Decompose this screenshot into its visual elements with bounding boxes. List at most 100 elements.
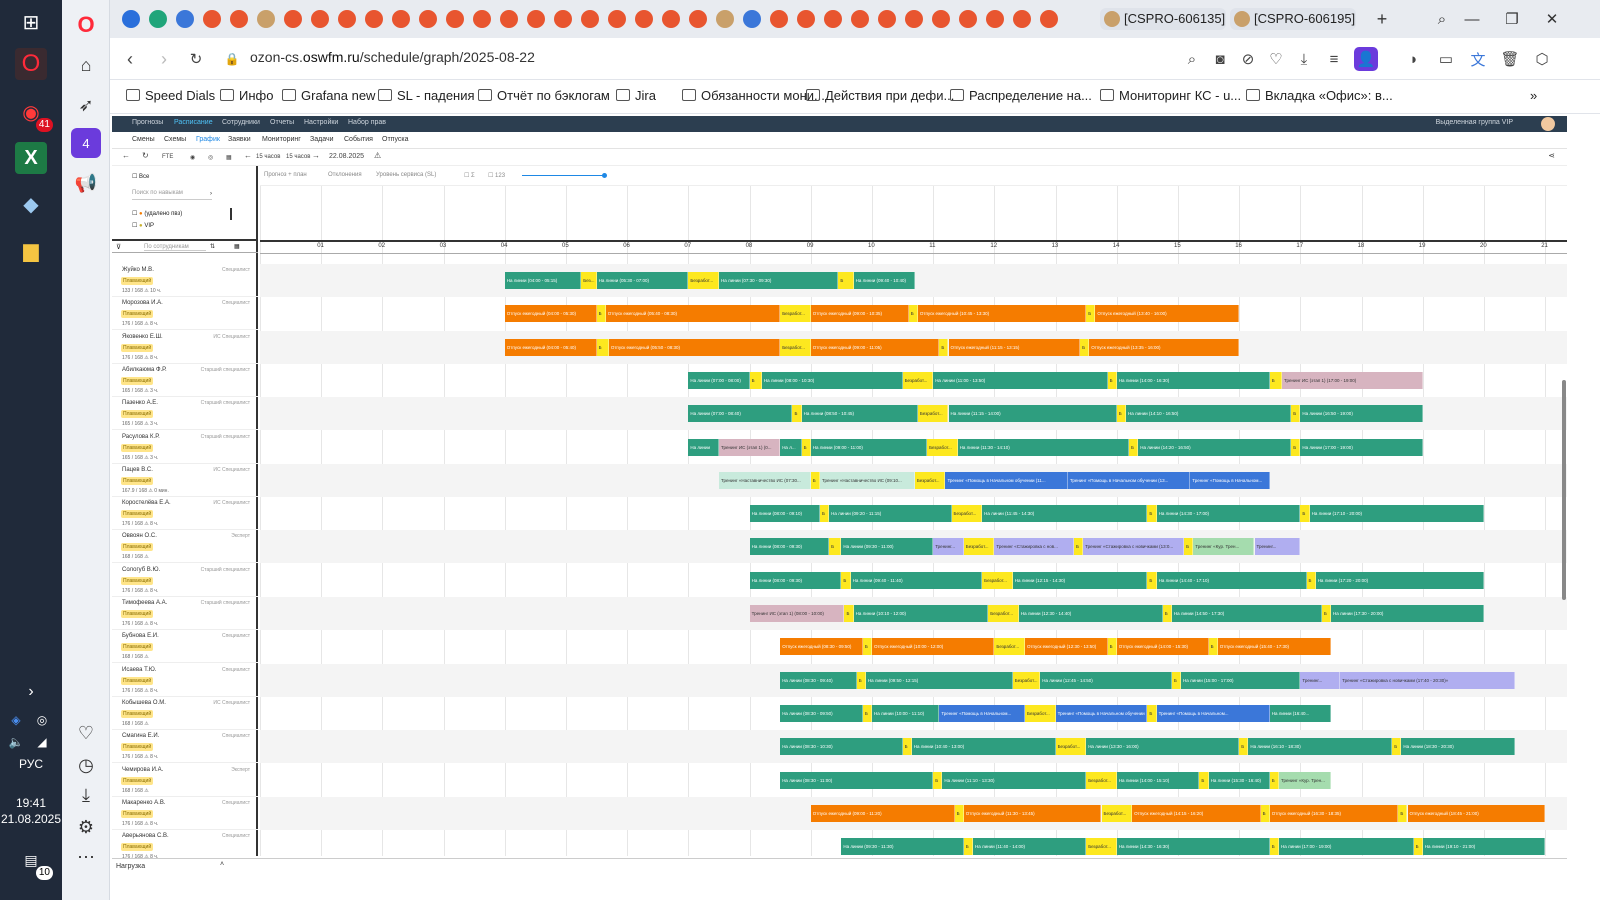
shift-segment[interactable]: На линии (17:00 - 19:00) (1278, 838, 1414, 856)
subnav-item[interactable]: Задачи (310, 136, 334, 143)
shift-segment[interactable]: Б (939, 338, 949, 356)
shift-segment[interactable]: На линии (12:30 - 14:40) (1018, 605, 1163, 622)
shift-segment[interactable]: Б (1413, 838, 1423, 856)
pinned-tab-icon[interactable] (959, 10, 977, 28)
pinned-tab-icon[interactable] (716, 10, 734, 28)
employee-row[interactable]: Тимофеева А.А. Старший специалист Плавающи… (112, 597, 258, 630)
shift-segment[interactable]: На линии (15:00 - 17:00) (1181, 671, 1301, 689)
pinned-tab-icon[interactable] (149, 10, 167, 28)
prev-arrow-icon[interactable]: ← (244, 151, 252, 160)
nav-item[interactable]: Расписание (174, 119, 213, 126)
nav-item[interactable]: Настройки (304, 119, 338, 126)
shift-segment[interactable]: На л... (780, 438, 802, 456)
shift-segment[interactable]: Б (862, 638, 872, 656)
ext-2-icon[interactable]: ▭ (1434, 47, 1458, 71)
fte-toggle[interactable]: FTE (162, 154, 173, 160)
shift-segment[interactable]: Отпуск ежегодный (14:15 - 16:20) (1132, 804, 1261, 822)
shift-segment[interactable]: На линии (14:00 - 15:10) (1116, 771, 1200, 789)
pinned-tab-icon[interactable] (662, 10, 680, 28)
downloads-icon[interactable]: ⤓ (1292, 47, 1316, 71)
shift-segment[interactable]: На линии (11:00 - 13:50) (933, 371, 1108, 389)
url-input[interactable]: ozon-cs.oswfm.ru/schedule/graph/2025-08-… (250, 49, 535, 65)
app-taskbar-icon-2[interactable]: ◆ (15, 188, 47, 220)
windows-start-icon[interactable]: ⊞ (15, 6, 47, 38)
pinned-tab-icon[interactable] (527, 10, 545, 28)
lock-icon[interactable]: 🔒 (220, 47, 244, 71)
trash-icon[interactable]: 🗑 (1498, 47, 1522, 71)
shift-segment[interactable]: Тренинг... (1300, 671, 1341, 689)
shift-segment[interactable]: Б (801, 438, 811, 456)
shift-segment[interactable]: Безработ... (1101, 804, 1133, 822)
employee-row[interactable]: Чемирова И.А. Эксперт Плавающий 168 / 168 ⚠ (112, 764, 258, 797)
shift-segment[interactable]: Б (1300, 505, 1310, 523)
shift-segment[interactable]: На линии (14:10 - 16:50) (1125, 405, 1292, 423)
shift-segment[interactable]: Тренинг «Стажировка с нов... (994, 538, 1074, 556)
shift-segment[interactable]: Б (829, 538, 842, 556)
pinned-tab-icon[interactable] (284, 10, 302, 28)
shift-segment[interactable]: Тренинг «Кур. Трен... (1193, 538, 1255, 556)
shift-segment[interactable]: На линии (11:15 - 14:00) (948, 405, 1117, 423)
language-indicator[interactable]: РУС (0, 757, 62, 771)
bookmark-item[interactable]: Вкладка «Офис»: в... (1246, 88, 1393, 103)
shift-segment[interactable]: На линии (09:40 - 11:40) (850, 571, 983, 589)
shift-segment[interactable]: Отпуск ежегодный (11:30 - 13:45) (963, 804, 1102, 822)
subnav-item[interactable]: График (196, 136, 220, 143)
shift-segment[interactable]: Отпуск ежегодный (10:00 - 12:00) (872, 638, 995, 656)
shift-segment[interactable]: Б (596, 338, 609, 356)
shift-segment[interactable]: Тренинг «Помощь в Начальном обучении (13… (1055, 704, 1148, 722)
shift-segment[interactable]: Отпуск ежегодный (11:15 - 13:15) (948, 338, 1081, 356)
shift-segment[interactable]: Отпуск ежегодный (18:45 - 21:00) (1407, 804, 1546, 822)
shift-segment[interactable]: На линии (08:30 - 09:50) (780, 704, 863, 722)
shift-segment[interactable]: Б (1269, 371, 1283, 389)
shift-segment[interactable]: Отпуск ежегодный (05:50 - 08:30) (608, 338, 781, 356)
pinned-tab-icon[interactable] (905, 10, 923, 28)
minimize-button[interactable]: — (1460, 7, 1484, 31)
shift-segment[interactable]: Б (1086, 305, 1096, 323)
shift-segment[interactable]: Б (1129, 438, 1139, 456)
shift-segment[interactable]: Отпуск ежегодный (04:00 - 05:40) (504, 338, 597, 356)
shield-ext-icon[interactable]: ⊘ (1236, 47, 1260, 71)
step-back[interactable]: 15 часов (256, 154, 280, 160)
shift-segment[interactable]: На линии (09:40 - 10:40) (853, 272, 915, 289)
shift-segment[interactable]: Б (1199, 771, 1209, 789)
pinned-tab-icon[interactable] (986, 10, 1004, 28)
pinned-tab-icon[interactable] (689, 10, 707, 28)
subnav-item[interactable]: Смены (132, 136, 155, 143)
shift-segment[interactable]: Безработ... (1086, 838, 1117, 856)
employee-row[interactable]: Сологуб В.Ю. Старший специалист Плавающий 1… (112, 564, 258, 597)
shift-segment[interactable]: На линии (15:30 - 16:40) (1208, 771, 1270, 789)
shift-segment[interactable]: Безработ... (902, 371, 934, 389)
shift-segment[interactable]: Тренинг «Кур. Трен... (1278, 771, 1331, 789)
shift-segment[interactable]: Тренинг «Помощь в Начальном... (1190, 471, 1270, 489)
shift-segment[interactable]: Безработ... (1055, 738, 1087, 756)
employee-row[interactable]: Жуйко М.В. Специалист Плавающий 133 / 168 ⚠… (112, 264, 258, 297)
calendar-small-icon[interactable]: ▦ (234, 243, 240, 250)
shift-segment[interactable]: На линии (09:50 - 12:15) (865, 671, 1013, 689)
restore-button[interactable]: ❐ (1500, 7, 1524, 31)
shift-segment[interactable]: На линии (16:10 - 18:30) (1248, 738, 1393, 756)
shift-segment[interactable]: Отпуск ежегодный (09:00 - 11:20) (810, 804, 955, 822)
shift-segment[interactable]: Безработ... (780, 305, 811, 323)
shift-segment[interactable]: Б (749, 371, 762, 389)
settings-icon[interactable]: ⚙ (71, 812, 101, 842)
nav-item[interactable]: Отчеты (270, 119, 294, 126)
shift-segment[interactable]: Тренинг ИС (этап 1) (0... (719, 438, 781, 456)
bookmark-item[interactable]: Jira (616, 88, 656, 103)
opera-menu-icon[interactable]: O (71, 10, 101, 40)
shift-segment[interactable]: Б (1184, 538, 1194, 556)
shift-segment[interactable]: На линии (13:30 - 16:00) (1086, 738, 1240, 756)
shift-segment[interactable]: На линии (14:40 - 17:10) (1156, 571, 1307, 589)
more-icon[interactable]: ⋯ (71, 842, 101, 872)
shift-segment[interactable]: На линии (09:20 - 11:15) (829, 505, 952, 523)
easy-setup-icon[interactable]: ≡ (1322, 47, 1346, 71)
shift-segment[interactable]: На линии (17:30 - 20:00) (1331, 605, 1484, 622)
shift-segment[interactable]: Б (1269, 838, 1279, 856)
pinned-tab-icon[interactable] (851, 10, 869, 28)
zoom-slider[interactable] (522, 175, 606, 176)
record-icon[interactable]: ◎ (208, 154, 213, 161)
shift-segment[interactable]: Б (1306, 571, 1316, 589)
bookmarks-overflow-icon[interactable]: » (1530, 88, 1537, 103)
pinned-tab-icon[interactable] (311, 10, 329, 28)
search-tabs-icon[interactable]: ⌕ (1430, 7, 1454, 31)
shift-segment[interactable]: Отпуск ежегодный (13:35 - 16:00) (1089, 338, 1240, 356)
